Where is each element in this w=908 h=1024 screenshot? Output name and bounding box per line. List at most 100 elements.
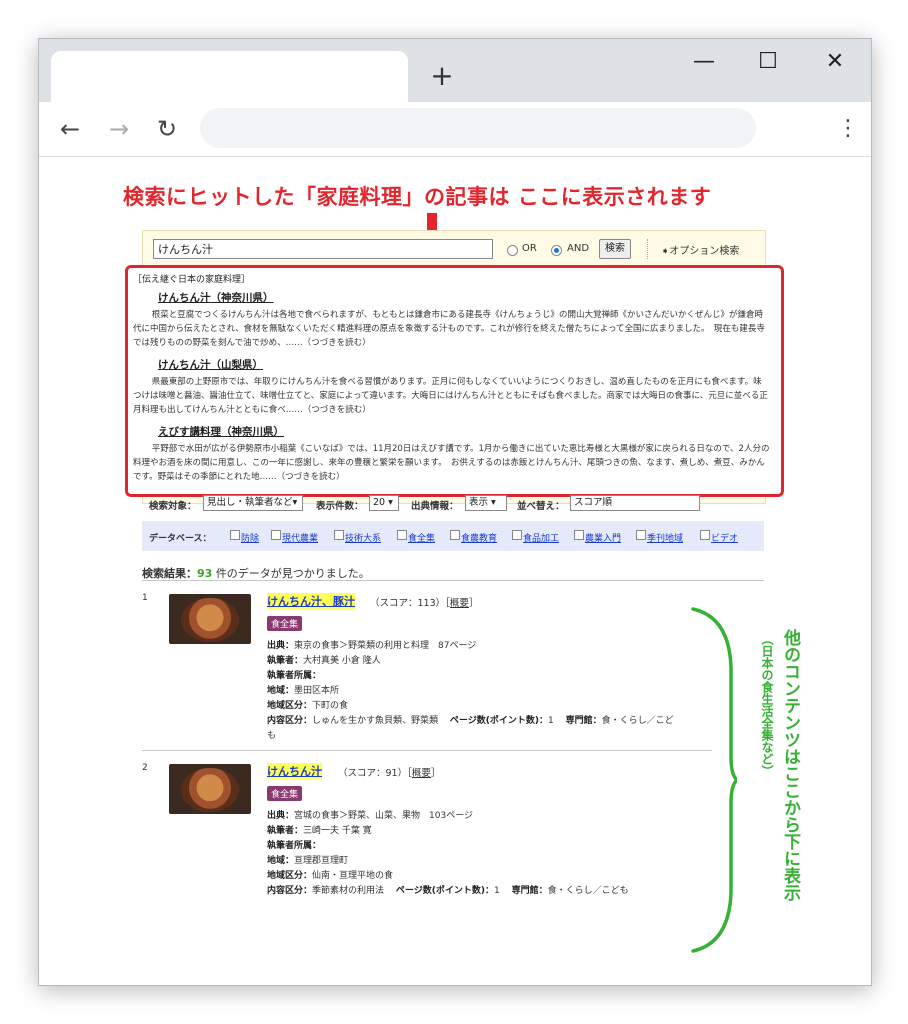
database-filter-row: データベース： 防除 現代農業 技術大系 食全集 食農教育 食品加工 農業入門 … [142,521,764,551]
and-radio[interactable] [551,245,562,256]
featured-results-box: ［伝え継ぐ日本の家庭料理］ けんちん汁（神奈川県） 根菜と豆腐でつくるけんちん汁… [125,265,784,497]
meta-label: 執筆者： [267,826,304,836]
meta-author: 三崎一夫 千葉 寛 [303,826,372,836]
featured-article-title[interactable]: えびす講料理（神奈川県） [158,424,770,439]
featured-article-title[interactable]: けんちん汁（神奈川県） [158,290,770,305]
sort-select[interactable]: スコア順 [570,495,700,511]
maximize-button[interactable]: ☐ [748,49,788,79]
db-link[interactable]: 防除 [241,531,259,544]
close-button[interactable]: ✕ [815,49,855,79]
result-item: 2 けんちん汁 （スコア：91）［概要］ 食全集 出典：宮城の食事＞野菜、山菜、… [142,763,662,913]
browser-tab[interactable] [51,51,408,102]
title-bar: + — ☐ ✕ [39,39,871,102]
meta-label: 内容区分： [267,716,313,726]
divider [142,580,764,581]
abstract-link[interactable]: 概要 [412,768,431,779]
source-label: 出典情報： [411,501,459,512]
result-score: （スコア：113）［概要］ [370,595,478,609]
count-label: 表示件数： [316,501,364,512]
db-link[interactable]: ビデオ [711,531,738,544]
score-text: （スコア：91）［ [338,768,412,779]
result-item: 1 けんちん汁、豚汁 （スコア：113）［概要］ 食全集 出典：東京の食事＞野菜… [142,593,674,743]
new-tab-button[interactable]: + [427,61,457,91]
or-radio[interactable] [507,245,518,256]
result-summary: 検索結果：93 件のデータが見つかりました。 [142,565,370,581]
meta-region: 亘理郡亘理町 [294,856,349,866]
featured-article-body: 平野部で水田が広がる伊勢原市小稲葉《こいなば》では、11月20日はえびす講です。… [133,444,770,482]
featured-heading: ［伝え継ぐ日本の家庭料理］ [133,275,251,285]
annotation-banner: 検索にヒットした「家庭料理」の記事は ここに表示されます [123,185,712,209]
result-summary-prefix: 検索結果： [142,567,197,580]
meta-author: 大村真美 小倉 隆人 [303,656,381,666]
browser-toolbar: ← → ↻ ⋮ [39,102,871,157]
meta-label: 執筆者所属： [267,841,322,851]
search-row: けんちん汁 OR AND 検索 ➧オプション検索 [153,239,755,263]
db-checkbox[interactable] [512,530,522,540]
meta-label: ページ数(ポイント数)： [395,886,494,896]
count-select[interactable]: 20 ▾ [369,495,399,511]
target-select[interactable]: 見出し・執筆者など▾ [203,495,303,511]
sort-label: 並べ替え： [517,501,565,512]
minimize-button[interactable]: — [684,49,724,79]
option-search-link[interactable]: ➧オプション検索 [661,242,739,257]
database-label: データベース： [149,534,212,544]
db-checkbox[interactable] [397,530,407,540]
result-score: （スコア：91）［概要］ [338,765,440,779]
result-title-link[interactable]: けんちん汁、豚汁 [267,593,355,609]
featured-article: けんちん汁（山梨県） 県最東部の上野原市では、年取りにけんちん汁を食べる習慣があ… [133,357,770,417]
meta-region-class: 下町の食 [312,701,349,711]
db-link[interactable]: 現代農業 [282,531,318,544]
meta-label: 地域区分： [267,701,313,711]
result-meta: 出典：東京の食事＞野菜類の利用と料理 87ページ 執筆者：大村真美 小倉 隆人 … [267,639,677,744]
result-number: 2 [142,763,148,773]
and-label: AND [567,243,590,254]
featured-article-body: 県最東部の上野原市では、年取りにけんちん汁を食べる習慣があります。正月に何もしな… [133,377,768,415]
db-checkbox[interactable] [636,530,646,540]
db-link[interactable]: 季刊地域 [647,531,683,544]
result-summary-suffix: 件のデータが見つかりました。 [215,567,370,580]
meta-field: 食・くらし／こども [547,886,629,896]
menu-icon[interactable]: ⋮ [837,114,859,144]
meta-label: 執筆者所属： [267,671,322,681]
meta-label: 専門館： [565,716,602,726]
result-thumbnail[interactable] [169,764,251,814]
db-link[interactable]: 食農教育 [461,531,497,544]
back-icon[interactable]: ← [56,115,84,143]
db-checkbox[interactable] [450,530,460,540]
search-input[interactable]: けんちん汁 [153,239,493,259]
meta-label: 内容区分： [267,886,313,896]
db-link[interactable]: 農業入門 [585,531,621,544]
meta-label: 出典： [267,811,295,821]
meta-region: 墨田区本所 [294,686,340,696]
abstract-link[interactable]: 概要 [450,598,469,609]
result-thumbnail[interactable] [169,594,251,644]
result-title-link[interactable]: けんちん汁 [267,763,322,779]
db-link[interactable]: 技術大系 [345,531,381,544]
db-checkbox[interactable] [574,530,584,540]
or-label: OR [522,243,537,254]
search-button[interactable]: 検索 [599,239,631,259]
meta-label: ページ数(ポイント数)： [449,716,548,726]
db-checkbox[interactable] [700,530,710,540]
db-checkbox[interactable] [230,530,240,540]
db-link[interactable]: 食全集 [408,531,435,544]
side-note-main: 他のコンテンツはここから下に表示 [780,629,800,901]
meta-label: 地域： [267,686,295,696]
reload-icon[interactable]: ↻ [153,115,181,143]
target-label: 検索対象： [149,501,197,512]
score-text: （スコア：113）［ [370,598,450,609]
db-checkbox[interactable] [334,530,344,540]
featured-article-body: 根菜と豆腐でつくるけんちん汁は各地で食べられますが、もともとは鎌倉市にある建長寺… [133,310,765,348]
address-bar[interactable] [200,108,756,148]
meta-label: 地域区分： [267,871,313,881]
result-number: 1 [142,593,148,603]
source-select[interactable]: 表示 ▾ [465,495,507,511]
category-tag: 食全集 [267,786,303,801]
score-end: ］ [468,598,479,609]
forward-icon[interactable]: → [105,115,133,143]
db-checkbox[interactable] [271,530,281,540]
db-link[interactable]: 食品加工 [523,531,559,544]
soup-image [181,598,239,642]
featured-article-title[interactable]: けんちん汁（山梨県） [158,357,770,372]
meta-label: 出典： [267,641,295,651]
